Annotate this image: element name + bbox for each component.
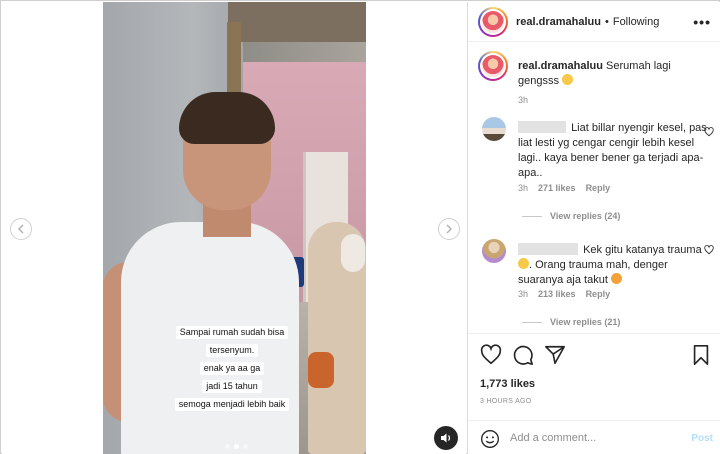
view-replies-button[interactable]: View replies (24) — [522, 211, 620, 221]
carousel-dots — [225, 444, 248, 449]
smiley-icon[interactable] — [480, 429, 500, 449]
post-modal: Sampai rumah sudah bisa tersenyum. enak … — [0, 0, 720, 454]
speaker-icon — [441, 433, 451, 443]
comment-input[interactable] — [510, 429, 670, 447]
chevron-left-icon — [18, 224, 24, 234]
caption-username[interactable]: real.dramahaluu — [518, 60, 603, 72]
post-video[interactable]: Sampai rumah sudah bisa tersenyum. enak … — [103, 2, 366, 454]
share-icon[interactable] — [544, 344, 566, 366]
comment-time: 3h — [518, 183, 529, 193]
video-person-woman-mask — [341, 234, 365, 272]
previous-slide-button[interactable] — [10, 218, 32, 240]
fearful-emoji-icon — [610, 273, 622, 284]
post-comment-button[interactable]: Post — [691, 433, 713, 444]
post-actions: 1,773 likes 3 HOURS AGO — [468, 333, 720, 405]
bookmark-icon[interactable] — [690, 344, 712, 366]
post-header: real.dramahaluu • Following ••• — [468, 2, 720, 42]
video-caption-line: semoga menjadi lebih baik — [174, 398, 290, 411]
carousel-dot — [243, 444, 248, 449]
comment-like-heart-icon[interactable] — [704, 245, 714, 255]
view-replies-label[interactable]: View replies (21) — [550, 317, 620, 327]
likes-count[interactable]: 1,773 likes — [480, 378, 535, 390]
caption-text: real.dramahaluu Serumah lagi gengsss — [518, 59, 708, 89]
post-time-ago[interactable]: 3 HOURS AGO — [480, 398, 532, 405]
laughing-emoji-icon — [562, 74, 574, 85]
media-area: Sampai rumah sudah bisa tersenyum. enak … — [2, 2, 466, 454]
sweat-smile-emoji-icon — [518, 258, 529, 269]
comment-text: Kek gitu katanya trauma . Orang trauma m… — [518, 243, 708, 288]
replies-divider — [522, 215, 542, 217]
comment-like-heart-icon[interactable] — [704, 127, 714, 137]
post-details-panel: real.dramahaluu • Following ••• real.dra… — [467, 2, 720, 454]
chevron-right-icon — [446, 224, 452, 234]
video-caption-line: Sampai rumah sudah bisa — [175, 326, 289, 339]
comment-likes[interactable]: 271 likes — [538, 183, 576, 193]
video-caption-overlay: Sampai rumah sudah bisa tersenyum. enak … — [167, 322, 297, 412]
commenter-avatar[interactable] — [482, 117, 506, 141]
next-slide-button[interactable] — [438, 218, 460, 240]
more-options-icon[interactable]: ••• — [693, 14, 711, 30]
video-caption-line: jadi 15 tahun — [202, 380, 262, 393]
view-replies-button[interactable]: View replies (21) — [522, 317, 620, 327]
reply-button[interactable]: Reply — [586, 183, 611, 193]
caption-timestamp: 3h — [518, 95, 529, 105]
comment-body-part2: . Orang trauma mah, denger suaranya aja … — [518, 259, 668, 286]
redacted-username — [518, 121, 566, 133]
comment-meta: 3h 271 likes Reply — [518, 183, 610, 193]
reply-button[interactable]: Reply — [586, 289, 611, 299]
separator-dot: • — [604, 15, 609, 28]
carousel-dot-active — [234, 444, 239, 449]
view-replies-label[interactable]: View replies (24) — [550, 211, 620, 221]
comment-body-part1: Kek gitu katanya trauma — [583, 244, 702, 256]
add-comment-bar: Post — [468, 420, 720, 454]
author-username[interactable]: real.dramahaluu — [516, 16, 601, 28]
commenter-avatar[interactable] — [482, 239, 506, 263]
comment-likes[interactable]: 213 likes — [538, 289, 576, 299]
comment-icon[interactable] — [512, 344, 534, 366]
video-caption-line: enak ya aa ga — [199, 362, 265, 375]
video-person-man-hair — [179, 92, 275, 144]
redacted-username — [518, 243, 578, 255]
carousel-dot — [225, 444, 230, 449]
action-buttons-row — [480, 344, 712, 368]
mute-button[interactable] — [434, 426, 458, 450]
video-caption-line: tersenyum. — [205, 344, 259, 357]
comment-time: 3h — [518, 289, 529, 299]
author-avatar[interactable] — [478, 6, 508, 37]
heart-icon[interactable] — [480, 344, 502, 366]
replies-divider — [522, 321, 542, 323]
video-scene-ceiling — [228, 2, 366, 42]
comment-meta: 3h 213 likes Reply — [518, 289, 610, 299]
following-button[interactable]: Following — [613, 16, 659, 28]
video-person-woman-glove — [308, 352, 334, 388]
author-avatar[interactable] — [478, 51, 508, 81]
comment-text: Liat billar nyengir kesel, pas liat lest… — [518, 121, 708, 181]
comments-list[interactable]: real.dramahaluu Serumah lagi gengsss 3h … — [468, 43, 720, 332]
